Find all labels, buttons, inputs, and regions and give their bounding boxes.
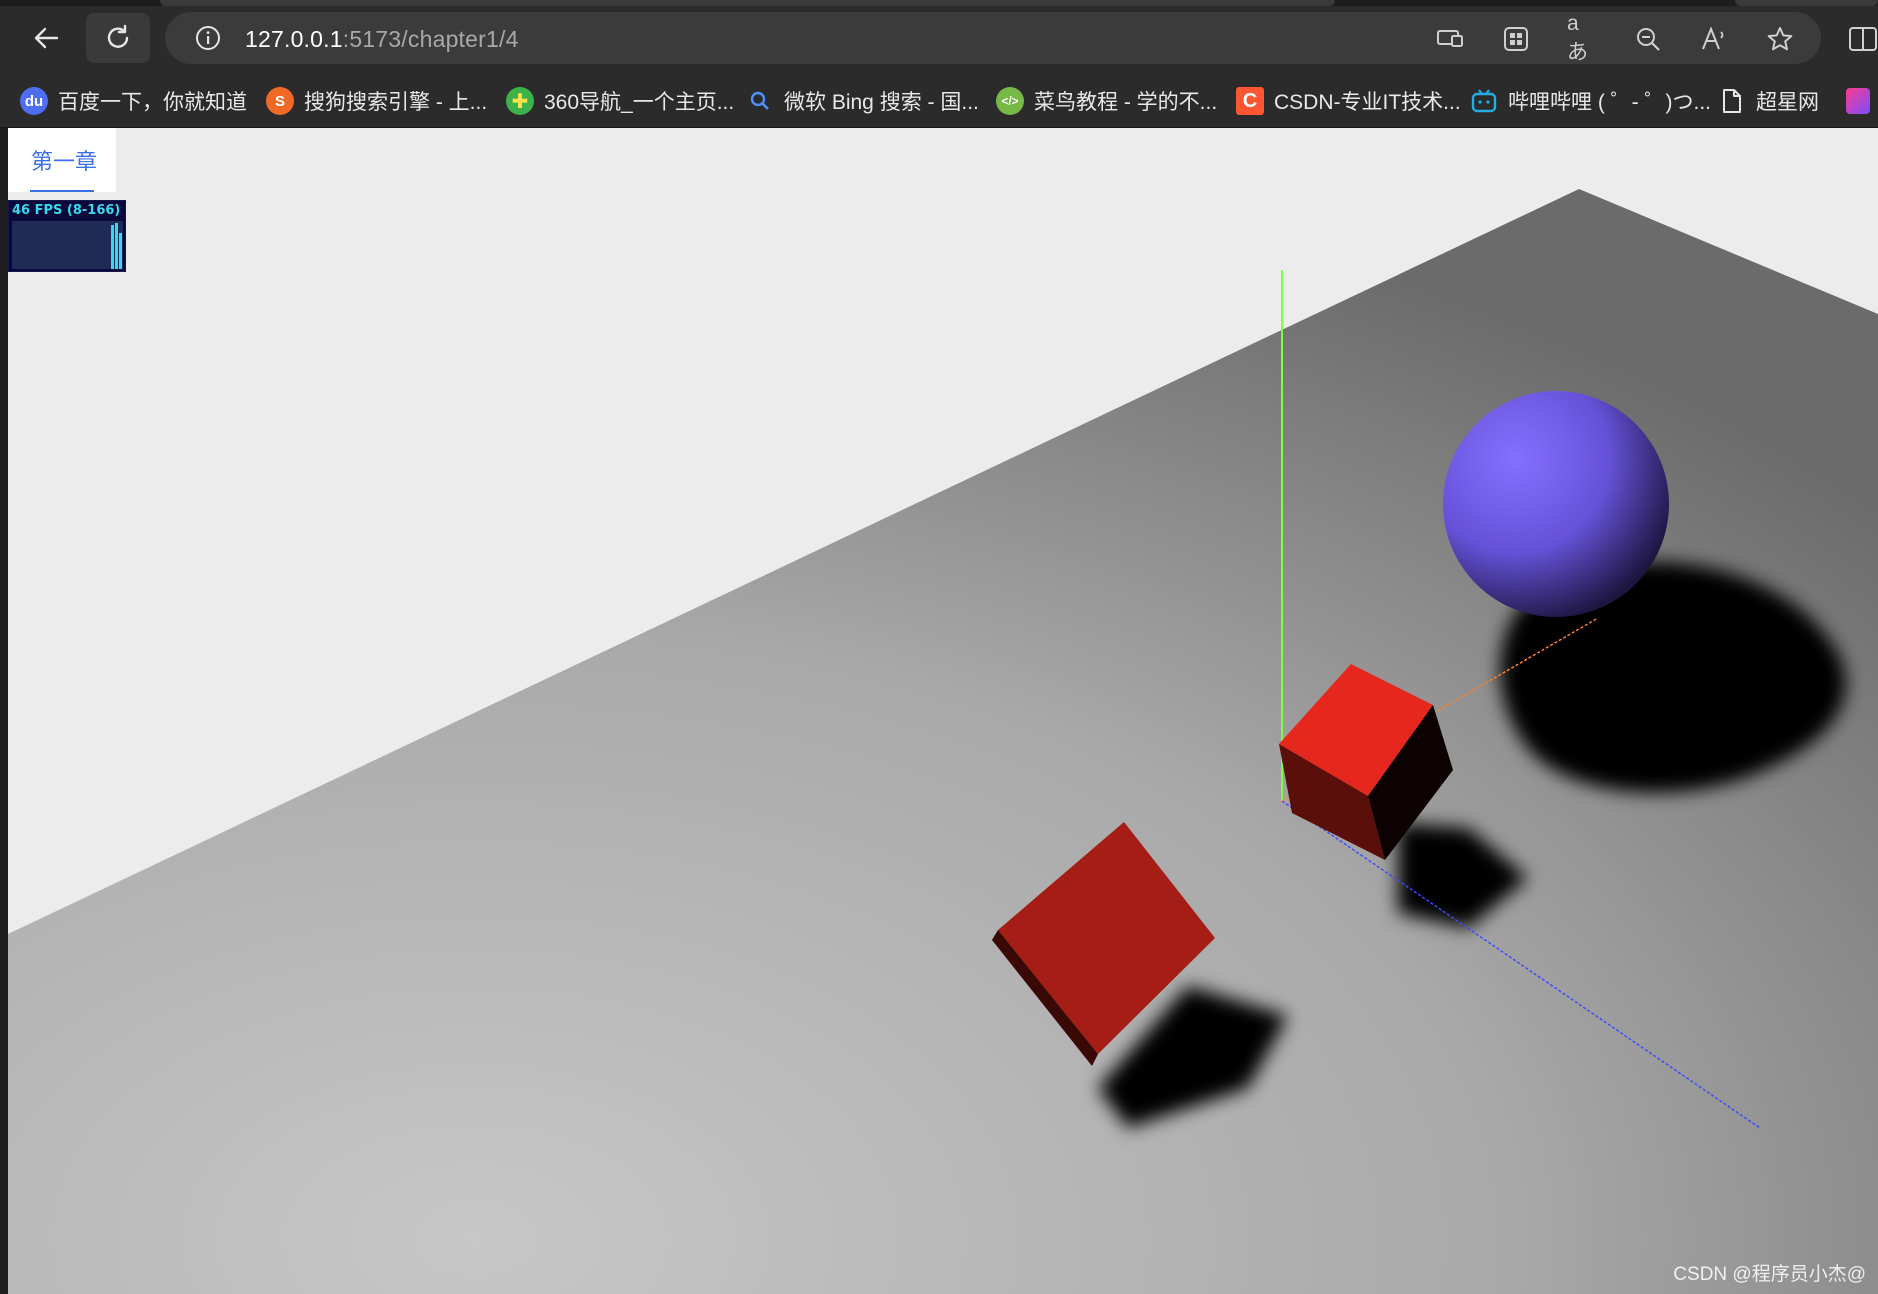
csdn-watermark: CSDN @程序员小杰@ — [1673, 1264, 1866, 1285]
translate-icon[interactable]: aあ — [1567, 12, 1597, 64]
reload-icon — [107, 24, 129, 48]
bookmark-label: 360导航_一个主页... — [544, 91, 735, 114]
fps-bar — [115, 223, 118, 269]
browser-toolbar: 127.0.0.1:5173/chapter1/4 aあ — [0, 0, 1878, 74]
bookmarks-bar: du 百度一下，你就知道 S 搜狗搜索引擎 - 上... ✚ 360导航_一个主… — [0, 74, 1878, 128]
purple-sphere[interactable] — [1443, 391, 1669, 617]
three-scene[interactable] — [8, 128, 1878, 1294]
bing-search-icon — [746, 87, 774, 115]
zoom-out-icon[interactable] — [1633, 24, 1663, 54]
fps-readout: 46 FPS (8-166) — [12, 203, 121, 218]
favorite-star-icon[interactable] — [1765, 24, 1795, 54]
bookmark-label: 百度一下，你就知道 — [58, 91, 247, 114]
active-tab-underline — [30, 190, 94, 192]
bookmark-bilibili[interactable]: 哔哩哔哩 ( ゜- ゜)つ... — [1470, 82, 1711, 120]
bookmark-bing[interactable]: 微软 Bing 搜索 - 国... — [746, 82, 979, 120]
back-icon — [34, 27, 59, 49]
bookmark-label: 超星网 — [1756, 91, 1819, 114]
bookmark-sogou[interactable]: S 搜狗搜索引擎 - 上... — [266, 82, 487, 120]
tab-strip — [0, 0, 1878, 6]
reload-button[interactable] — [86, 13, 150, 63]
baidu-icon: du — [20, 87, 48, 115]
url-text[interactable]: 127.0.0.1:5173/chapter1/4 — [245, 26, 519, 53]
bookmark-runoob[interactable]: </> 菜鸟教程 - 学的不... — [996, 82, 1217, 120]
bookmark-csdn[interactable]: C CSDN-专业IT技术... — [1236, 82, 1461, 120]
url-path: :5173/chapter1/4 — [342, 26, 519, 52]
sogou-icon: S — [266, 87, 294, 115]
cast-icon[interactable] — [1435, 24, 1465, 54]
bookmark-chaoxing[interactable]: 超星网 — [1718, 82, 1819, 120]
bookmark-label: CSDN-专业IT技术... — [1274, 91, 1461, 114]
runoob-icon: </> — [996, 87, 1024, 115]
split-screen-icon[interactable] — [1848, 24, 1878, 54]
fps-stats-panel[interactable]: 46 FPS (8-166) — [8, 200, 126, 272]
chapter-tab[interactable]: 第一章 — [8, 128, 116, 192]
read-aloud-icon[interactable] — [1699, 24, 1729, 54]
bookmark-label: 搜狗搜索引擎 - 上... — [304, 91, 488, 114]
360-icon: ✚ — [506, 87, 534, 115]
bookmark-360[interactable]: ✚ 360导航_一个主页... — [506, 82, 734, 120]
back-button[interactable] — [14, 13, 78, 63]
fps-bar — [111, 225, 114, 269]
address-bar[interactable]: 127.0.0.1:5173/chapter1/4 aあ — [165, 12, 1821, 64]
webgl-viewport[interactable]: 第一章 46 FPS (8-166) CSDN @程序员小杰@ — [8, 128, 1878, 1294]
bookmark-label: 微软 Bing 搜索 - 国... — [784, 91, 979, 114]
bilibili-icon — [1470, 87, 1498, 115]
bookmark-baidu[interactable]: du 百度一下，你就知道 — [20, 82, 247, 120]
bookmark-label: 哔哩哔哩 ( ゜- ゜)つ... — [1508, 91, 1711, 114]
csdn-icon: C — [1236, 87, 1264, 115]
url-host: 127.0.0.1 — [245, 26, 343, 52]
bookmark-label: 菜鸟教程 - 学的不... — [1034, 91, 1218, 114]
apps-icon[interactable] — [1501, 24, 1531, 54]
chapter-tab-label: 第一章 — [31, 149, 98, 174]
more-bookmarks-icon[interactable] — [1846, 88, 1870, 114]
browser-tab-2[interactable] — [1735, 0, 1878, 6]
fps-bar — [119, 233, 122, 269]
page-icon — [1718, 87, 1746, 115]
browser-tab[interactable] — [160, 0, 1335, 6]
fps-graph — [12, 221, 123, 269]
info-icon[interactable] — [195, 25, 221, 51]
